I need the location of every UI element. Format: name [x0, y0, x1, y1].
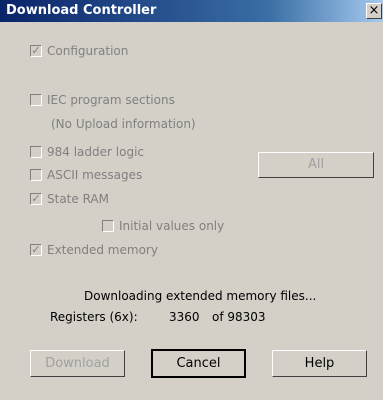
iec-sections-checkbox[interactable]: IEC program sections: [30, 93, 175, 107]
ascii-messages-checkbox[interactable]: ASCII messages: [30, 168, 142, 182]
download-button[interactable]: Download: [30, 350, 125, 377]
configuration-checkbox[interactable]: ✓ Configuration: [30, 44, 128, 58]
checkbox-box: [102, 220, 114, 232]
state-ram-checkbox[interactable]: ✓ State RAM: [30, 192, 109, 206]
configuration-label: Configuration: [47, 44, 129, 58]
all-button[interactable]: All: [258, 152, 374, 178]
check-icon: ✓: [30, 243, 42, 256]
checkbox-box: [30, 169, 42, 181]
ladder-logic-checkbox[interactable]: 984 ladder logic: [30, 145, 144, 159]
initial-values-label: Initial values only: [119, 219, 225, 233]
checkbox-box: [30, 94, 42, 106]
status-message: Downloading extended memory files...: [84, 289, 317, 303]
window-title: Download Controller: [6, 3, 157, 18]
close-button[interactable]: ×: [366, 3, 382, 19]
title-bar: Download Controller ×: [0, 0, 383, 22]
ladder-logic-label: 984 ladder logic: [47, 145, 144, 159]
no-upload-note: (No Upload information): [51, 117, 196, 131]
check-icon: ✓: [30, 192, 42, 205]
initial-values-checkbox[interactable]: Initial values only: [102, 219, 224, 233]
ascii-messages-label: ASCII messages: [47, 168, 143, 182]
iec-sections-label: IEC program sections: [47, 93, 175, 107]
registers-current: 3360: [169, 310, 200, 324]
checkbox-box: [30, 146, 42, 158]
check-icon: ✓: [30, 44, 42, 57]
registers-total: of 98303: [212, 310, 266, 324]
help-button[interactable]: Help: [272, 350, 367, 377]
close-icon: ×: [368, 3, 380, 18]
extended-memory-checkbox[interactable]: ✓ Extended memory: [30, 243, 158, 257]
cancel-button[interactable]: Cancel: [151, 349, 246, 378]
registers-label: Registers (6x):: [50, 310, 138, 324]
state-ram-label: State RAM: [47, 192, 109, 206]
extended-memory-label: Extended memory: [47, 243, 158, 257]
